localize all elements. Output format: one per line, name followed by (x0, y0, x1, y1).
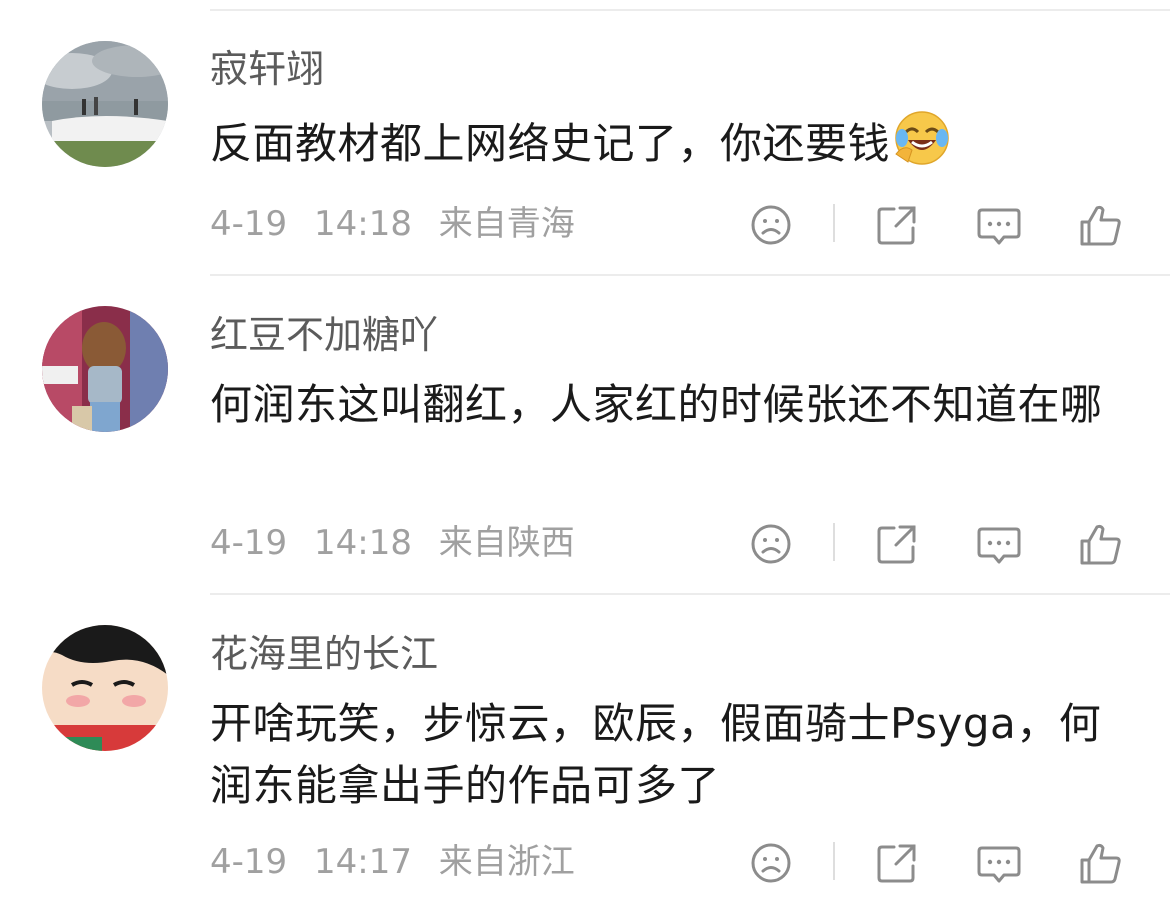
share-icon[interactable] (872, 200, 922, 250)
comment-actions (740, 838, 1140, 888)
comment-text: 反面教材都上网络史记了，你还要钱 (210, 110, 1130, 175)
like-icon[interactable] (1076, 200, 1126, 250)
comment-date: 4-19 (210, 204, 288, 244)
comment-icon[interactable] (974, 200, 1024, 250)
comment-time: 14:18 (313, 204, 412, 244)
avatar[interactable] (42, 625, 168, 751)
comment-time: 14:18 (313, 523, 412, 563)
comment-location: 来自陕西 (438, 523, 575, 563)
avatar[interactable] (42, 41, 168, 167)
comment-text: 何润东这叫翻红，人家红的时候张还不知道在哪 (210, 380, 1103, 429)
comment-divider (210, 593, 1170, 595)
action-separator (833, 842, 835, 880)
comment-time: 14:17 (313, 842, 412, 882)
username[interactable]: 花海里的长江 (210, 631, 438, 677)
action-separator (833, 204, 835, 242)
comment-icon[interactable] (974, 519, 1024, 569)
username[interactable]: 红豆不加糖吖 (210, 312, 438, 358)
username[interactable]: 寂轩翊 (210, 46, 324, 92)
sad-face-icon[interactable] (746, 200, 796, 250)
like-icon[interactable] (1076, 519, 1126, 569)
comment-icon[interactable] (974, 838, 1024, 888)
avatar[interactable] (42, 306, 168, 432)
comment-location: 来自青海 (438, 204, 575, 244)
comment-location: 来自浙江 (438, 842, 575, 882)
comment-actions (740, 519, 1140, 569)
comment-meta: 4-19 14:18 来自青海 (210, 203, 575, 245)
comment-meta: 4-19 14:18 来自陕西 (210, 522, 575, 564)
sad-face-icon[interactable] (746, 838, 796, 888)
share-icon[interactable] (872, 838, 922, 888)
comment-divider (210, 274, 1170, 276)
like-icon[interactable] (1076, 838, 1126, 888)
top-divider (210, 9, 1170, 11)
action-separator (833, 523, 835, 561)
comment-text-body: 反面教材都上网络史记了，你还要钱 (210, 119, 891, 168)
sad-face-icon[interactable] (746, 519, 796, 569)
laughing-crying-emoji (894, 110, 950, 166)
comment-date: 4-19 (210, 842, 288, 882)
comment-meta: 4-19 14:17 来自浙江 (210, 841, 575, 883)
comment-date: 4-19 (210, 523, 288, 563)
comment-text: 开啥玩笑，步惊云，欧辰，假面骑士Psyga，何润东能拿出手的作品可多了 (210, 699, 1102, 810)
share-icon[interactable] (872, 519, 922, 569)
comment-actions (740, 200, 1140, 250)
